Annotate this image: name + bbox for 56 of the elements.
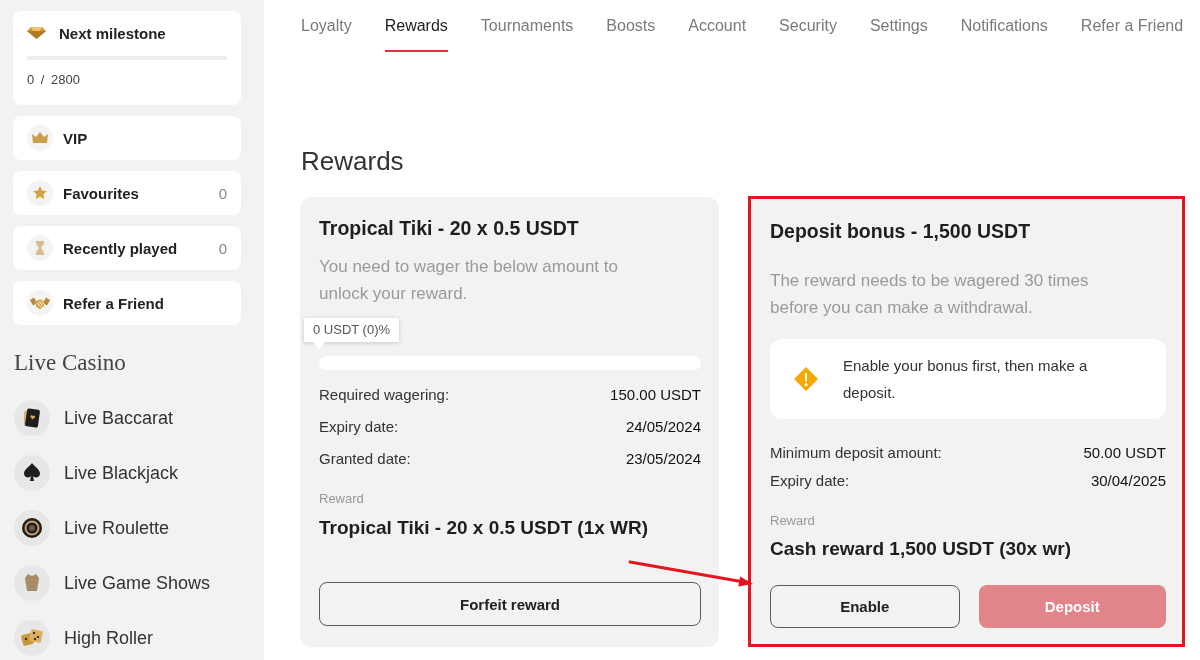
tab[interactable]: Security bbox=[779, 0, 837, 52]
tab[interactable]: Notifications bbox=[960, 0, 1048, 52]
tab[interactable]: Loyalty bbox=[301, 0, 352, 52]
bucket-icon bbox=[14, 565, 50, 601]
item-count: 0 bbox=[218, 239, 227, 257]
detail-value: 150.00 USDT bbox=[610, 385, 701, 403]
milestone-progress: 0 / 2800 bbox=[27, 72, 81, 88]
crown-icon bbox=[27, 125, 53, 151]
detail-value: 30/04/2025 bbox=[1090, 471, 1166, 489]
reward-label: Reward bbox=[319, 491, 365, 507]
outline-button[interactable]: Enable bbox=[770, 585, 960, 628]
tab[interactable]: Account bbox=[688, 0, 747, 52]
detail-label: Expiry date: bbox=[770, 471, 850, 489]
detail-label: Expiry date: bbox=[319, 417, 399, 435]
tab[interactable]: Tournaments bbox=[480, 0, 574, 52]
diamond-icon bbox=[27, 27, 46, 39]
notice-text: Enable your bonus first, then make a deposit. bbox=[843, 356, 1089, 403]
warning-icon bbox=[793, 366, 819, 392]
tab[interactable]: Rewards bbox=[384, 0, 448, 52]
detail-value: 23/05/2024 bbox=[625, 449, 701, 467]
card-title: Deposit bonus - 1,500 USDT bbox=[770, 220, 1032, 243]
sidebar-link[interactable]: Live Blackjack bbox=[13, 455, 241, 491]
page-title: Rewards bbox=[301, 145, 405, 177]
hourglass-icon bbox=[27, 235, 53, 261]
detail-label: Granted date: bbox=[319, 449, 411, 467]
reward-name: Tropical Tiki - 20 x 0.5 USDT (1x WR) bbox=[319, 516, 650, 540]
roulette-wheel-icon bbox=[14, 510, 50, 546]
sidebar-item[interactable]: VIP bbox=[13, 116, 241, 160]
spade-icon bbox=[14, 455, 50, 491]
handshake-icon bbox=[27, 290, 53, 316]
tab[interactable]: Settings bbox=[869, 0, 928, 52]
progress-tooltip: 0 USDT (0)% bbox=[304, 318, 400, 349]
sidebar-link[interactable]: Live Baccarat bbox=[13, 400, 241, 436]
sidebar-link[interactable]: Live Roulette bbox=[13, 510, 241, 546]
sidebar-link[interactable]: Live Game Shows bbox=[13, 565, 241, 601]
sidebar-link[interactable]: High Roller bbox=[13, 620, 241, 656]
reward-name: Cash reward 1,500 USDT (30x wr) bbox=[770, 537, 1072, 561]
tab[interactable]: Refer a Friend bbox=[1080, 0, 1184, 52]
section-title: Live Casino bbox=[14, 350, 127, 376]
sidebar-item[interactable]: Recently played 0 bbox=[13, 226, 241, 270]
detail-value: 50.00 USDT bbox=[1083, 443, 1166, 461]
tab[interactable]: Boosts bbox=[606, 0, 656, 52]
playing-card-icon bbox=[14, 400, 50, 436]
card-description: You need to wager the below amount to unlock your reward. bbox=[319, 256, 619, 305]
card-description: The reward needs to be wagered 30 times before you can make a withdrawal. bbox=[770, 270, 1090, 319]
milestone-title: Next milestone bbox=[59, 24, 166, 42]
outline-button[interactable]: Forfeit reward bbox=[319, 582, 701, 626]
detail-label: Minimum deposit amount: bbox=[770, 443, 942, 461]
detail-label: Required wagering: bbox=[319, 385, 450, 403]
dice-icon bbox=[14, 620, 50, 656]
reward-label: Reward bbox=[770, 513, 816, 529]
detail-value: 24/05/2024 bbox=[625, 417, 701, 435]
item-count: 0 bbox=[218, 184, 227, 202]
card-title: Tropical Tiki - 20 x 0.5 USDT bbox=[319, 217, 580, 240]
sidebar-item[interactable]: Favourites 0 bbox=[13, 171, 241, 215]
sidebar-item[interactable]: Refer a Friend bbox=[13, 281, 241, 325]
